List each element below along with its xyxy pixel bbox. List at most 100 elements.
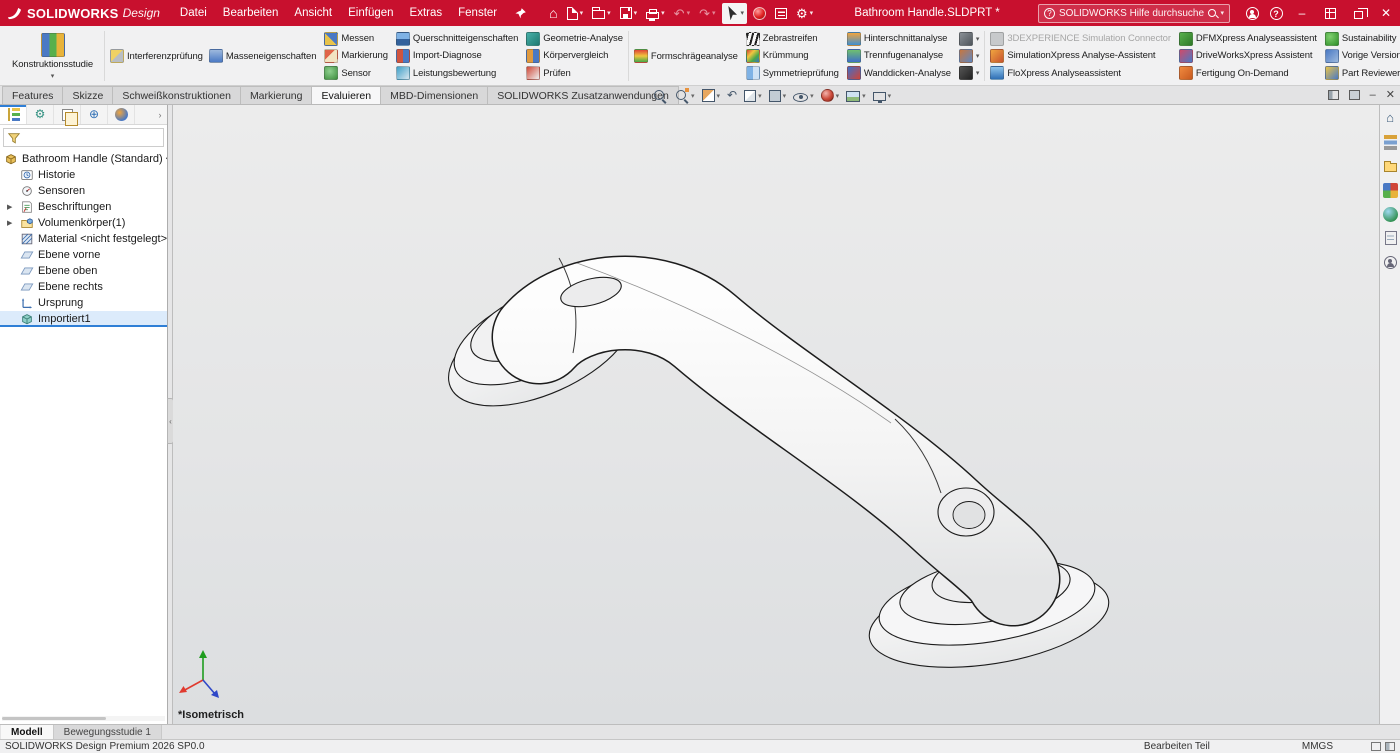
menu-datei[interactable]: Datei [172,0,215,26]
print-button[interactable]: ▾ [643,3,668,24]
design-study-button[interactable]: Konstruktionsstudie ▾ [4,31,101,82]
open-button[interactable]: ▾ [589,3,614,24]
menu-fenster[interactable]: Fenster [450,0,505,26]
measure-button[interactable]: Messen [322,30,390,47]
taskpane-view-palette-button[interactable] [1382,182,1399,198]
document-structure-button[interactable] [772,3,790,24]
help-search-input[interactable] [1059,8,1204,19]
menu-einfuegen[interactable]: Einfügen [340,0,401,26]
thickness-analysis-button[interactable]: Wanddicken-Analyse [845,65,953,82]
curvature-button[interactable]: Krümmung [744,47,841,64]
performance-evaluation-button[interactable]: Leistungsbewertung [394,65,520,82]
pin-menubar-button[interactable] [514,7,527,20]
tab-schweisskonstruktionen[interactable]: Schweißkonstruktionen [112,86,241,104]
panel-horizontal-scrollbar[interactable] [2,716,165,721]
section-view-button[interactable]: ▾ [702,89,721,102]
undercut-analysis-button[interactable]: Hinterschnittanalyse [845,30,953,47]
tree-item-ebene-oben[interactable]: Ebene oben [0,263,167,279]
redo-button[interactable]: ↷▾ [696,3,718,24]
previous-view-button[interactable]: ↶ [727,88,737,103]
mass-properties-button[interactable]: Masseneigenschaften [207,47,319,65]
expand-arrow-icon[interactable]: ▶ [7,219,12,227]
taskpane-community-button[interactable] [1382,254,1399,270]
dfmxpress-button[interactable]: DFMXpress Analyseassistent [1177,30,1319,47]
section-properties-button[interactable]: Querschnitteigenschaften [394,30,520,47]
parting-line-analysis-button[interactable]: Trennfugenanalyse [845,47,953,64]
new-window-button[interactable] [1349,90,1360,100]
sensor-button[interactable]: Sensor [322,65,390,82]
tree-item-beschriftungen[interactable]: ▶ Beschriftungen [0,199,167,215]
quick-tips-icon[interactable] [1371,742,1381,751]
tree-item-material[interactable]: Material <nicht festgelegt> [0,231,167,247]
taskpane-home-button[interactable]: ⌂ [1382,110,1399,126]
view-settings-button[interactable]: ▾ [873,91,892,101]
symmetry-check-button[interactable]: Symmetrieprüfung [744,65,841,82]
comparison-tools-button[interactable]: ▾ [957,47,981,64]
statusbar-unit-system[interactable]: MMGS [1302,741,1333,752]
zoom-to-fit-button[interactable] [652,88,667,103]
check-previous-version-button[interactable]: Vorige Version prüfen [1323,47,1400,64]
taskpane-appearances-button[interactable] [1382,206,1399,222]
diagnostics-tools-button[interactable]: ▾ [957,65,981,82]
options-button[interactable]: ⚙▾ [793,3,816,24]
new-document-button[interactable]: ▾ [564,3,587,24]
panel-tabs-overflow-button[interactable]: › [153,105,167,124]
check-button[interactable]: Prüfen [524,65,625,82]
configurationmanager-tab[interactable] [54,105,81,124]
floxpress-button[interactable]: FloXpress Analyseassistent [988,65,1173,82]
taskpane-custom-properties-button[interactable] [1382,230,1399,246]
minimize-document-button[interactable]: – [1370,87,1376,103]
interference-detection-button[interactable]: Interferenzprüfung [108,47,205,65]
hide-show-items-button[interactable]: ▾ [793,90,814,102]
menu-extras[interactable]: Extras [402,0,451,26]
user-account-button[interactable] [1240,0,1264,26]
tree-item-ursprung[interactable]: Ursprung [0,295,167,311]
tab-modell[interactable]: Modell [1,725,54,739]
3dexperience-button[interactable] [750,3,769,24]
help-button[interactable]: ? [1264,0,1288,26]
tab-markierung[interactable]: Markierung [240,86,313,104]
sustainability-button[interactable]: Sustainability [1323,30,1400,47]
tree-item-ebene-vorne[interactable]: Ebene vorne [0,247,167,263]
tile-windows-button[interactable] [1316,0,1344,26]
menu-bearbeiten[interactable]: Bearbeiten [215,0,287,26]
task-pane-toggle-icon[interactable] [1385,742,1395,751]
expand-arrow-icon[interactable]: ▶ [7,203,12,211]
help-search-box[interactable]: ? ▾ [1038,4,1230,23]
driveworksxpress-button[interactable]: DriveWorksXpress Assistent [1177,47,1319,64]
compare-bodies-button[interactable]: Körpervergleich [524,47,625,64]
tree-filter-input[interactable] [24,132,160,143]
tree-item-historie[interactable]: Historie [0,167,167,183]
zoom-to-area-button[interactable]: ▾ [674,88,695,103]
displaymanager-tab[interactable] [108,105,135,124]
featuremanager-tab[interactable] [0,105,27,124]
zebra-stripes-button[interactable]: Zebrastreifen [744,30,841,47]
propertymanager-tab[interactable]: ⚙ [27,105,54,124]
inspection-tools-button[interactable]: ▾ [957,30,981,47]
tree-item-volumenkoerper[interactable]: ▶ Volumenkörper(1) [0,215,167,231]
close-document-button[interactable]: ✕ [1386,87,1395,103]
tree-item-importiert1[interactable]: Importiert1 [0,311,167,327]
edit-appearance-button[interactable]: ▾ [821,89,840,102]
simulationxpress-button[interactable]: SimulationXpress Analyse-Assistent [988,47,1173,64]
geometry-analysis-button[interactable]: Geometrie-Analyse [524,30,625,47]
taskpane-design-library-button[interactable] [1382,134,1399,150]
select-button[interactable]: ▾ [722,3,748,24]
tree-filter[interactable] [3,128,164,147]
scrollbar-thumb[interactable] [2,717,106,720]
view-orientation-button[interactable]: ▾ [744,89,762,102]
handle-tube[interactable] [539,303,1013,579]
undo-button[interactable]: ↶▾ [671,3,693,24]
bathroom-handle-model[interactable] [173,105,1379,724]
menu-ansicht[interactable]: Ansicht [286,0,340,26]
tree-item-ebene-rechts[interactable]: Ebene rechts [0,279,167,295]
taskpane-file-explorer-button[interactable] [1382,158,1399,174]
tab-zusatzanwendungen[interactable]: SOLIDWORKS Zusatzanwendungen [487,86,679,104]
restore-button[interactable] [1344,0,1372,26]
markup-button[interactable]: Markierung [322,47,390,64]
float-pane-button[interactable] [1328,90,1339,100]
draft-analysis-button[interactable]: Formschrägeanalyse [632,47,740,65]
save-button[interactable]: ▾ [617,3,641,24]
tab-features[interactable]: Features [2,86,63,104]
import-diagnostics-button[interactable]: Import-Diagnose [394,47,520,64]
